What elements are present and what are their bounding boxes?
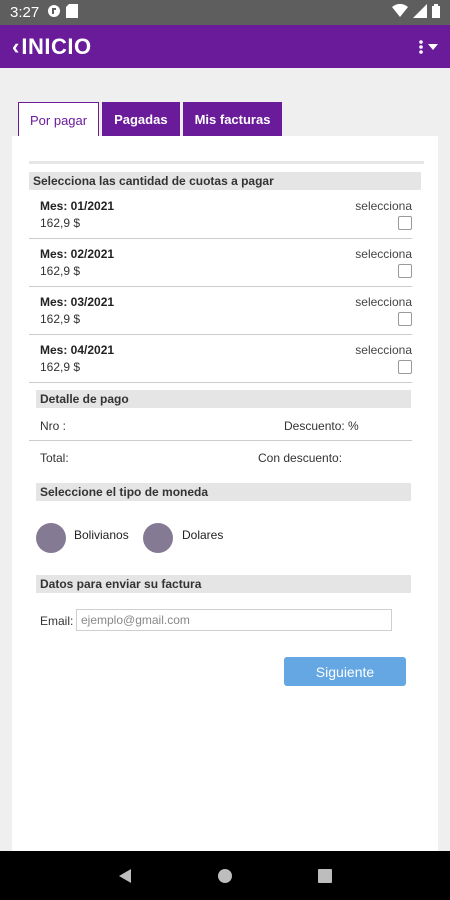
- siguiente-button[interactable]: Siguiente: [284, 657, 406, 686]
- cuota-checkbox[interactable]: [398, 264, 412, 278]
- email-label: Email:: [40, 614, 74, 628]
- cuota-row: Mes: 04/2021 162,9 $ selecciona: [40, 337, 412, 382]
- cuota-checkbox[interactable]: [398, 360, 412, 374]
- radio-bolivianos-label: Bolivianos: [74, 528, 129, 542]
- battery-icon: [432, 3, 440, 22]
- system-nav-bar: [0, 851, 450, 900]
- radio-dolares[interactable]: [143, 523, 173, 553]
- tab-pagadas[interactable]: Pagadas: [102, 102, 180, 136]
- main-panel: Selecciona las cantidad de cuotas a paga…: [12, 136, 438, 851]
- cuota-monto: 162,9 $: [40, 312, 81, 326]
- cuota-row: Mes: 03/2021 162,9 $ selecciona: [40, 289, 412, 334]
- dropdown-arrow-icon: [428, 43, 438, 50]
- tab-bar: Por pagar Pagadas Mis facturas: [18, 102, 283, 137]
- nro-label: Nro :: [40, 419, 67, 433]
- tab-mis-facturas[interactable]: Mis facturas: [182, 102, 283, 136]
- top-divider: [29, 161, 424, 164]
- row-divider: [29, 238, 412, 239]
- cuota-checkbox[interactable]: [398, 312, 412, 326]
- cuota-monto: 162,9 $: [40, 360, 81, 374]
- email-field[interactable]: ejemplo@gmail.com: [76, 609, 392, 631]
- app-notification-icon: [47, 4, 61, 22]
- detalle-header: Detalle de pago: [36, 390, 411, 408]
- cuota-select-label: selecciona: [355, 343, 412, 357]
- nav-back-icon[interactable]: [115, 866, 135, 886]
- nav-home-icon[interactable]: [215, 866, 235, 886]
- cuotas-header: Selecciona las cantidad de cuotas a paga…: [29, 172, 421, 190]
- nav-recents-icon[interactable]: [315, 866, 335, 886]
- status-bar: 3:27: [0, 0, 450, 25]
- tab-por-pagar[interactable]: Por pagar: [18, 102, 100, 137]
- cuota-checkbox[interactable]: [398, 216, 412, 230]
- factura-header: Datos para enviar su factura: [36, 575, 411, 593]
- cuota-row: Mes: 01/2021 162,9 $ selecciona: [40, 193, 412, 238]
- moneda-header: Seleccione el tipo de moneda: [36, 483, 411, 501]
- back-chevron-icon[interactable]: ‹: [12, 35, 19, 58]
- cuota-select-label: selecciona: [355, 199, 412, 213]
- app-bar: ‹ INICIO: [0, 25, 450, 68]
- row-divider: [29, 440, 412, 441]
- row-divider: [29, 286, 412, 287]
- signal-icon: [413, 3, 427, 22]
- page-title: INICIO: [21, 33, 92, 59]
- radio-bolivianos[interactable]: [36, 523, 66, 553]
- wifi-icon: [392, 3, 408, 21]
- overflow-menu-button[interactable]: [419, 39, 438, 54]
- cuota-select-label: selecciona: [355, 295, 412, 309]
- cuota-mes: Mes: 01/2021: [40, 199, 115, 213]
- cuota-select-label: selecciona: [355, 247, 412, 261]
- row-divider: [29, 334, 412, 335]
- con-descuento-label: Con descuento:: [258, 451, 343, 465]
- cuota-mes: Mes: 02/2021: [40, 247, 115, 261]
- total-label: Total:: [40, 451, 69, 465]
- radio-dolares-label: Dolares: [182, 528, 224, 542]
- sd-card-icon: [66, 3, 79, 22]
- row-divider: [29, 382, 412, 383]
- cuota-monto: 162,9 $: [40, 264, 81, 278]
- cuota-monto: 162,9 $: [40, 216, 81, 230]
- more-vert-icon: [419, 39, 423, 54]
- status-time: 3:27: [10, 4, 40, 21]
- cuota-row: Mes: 02/2021 162,9 $ selecciona: [40, 241, 412, 286]
- cuota-mes: Mes: 03/2021: [40, 295, 115, 309]
- descuento-label: Descuento: %: [284, 419, 359, 433]
- cuota-mes: Mes: 04/2021: [40, 343, 115, 357]
